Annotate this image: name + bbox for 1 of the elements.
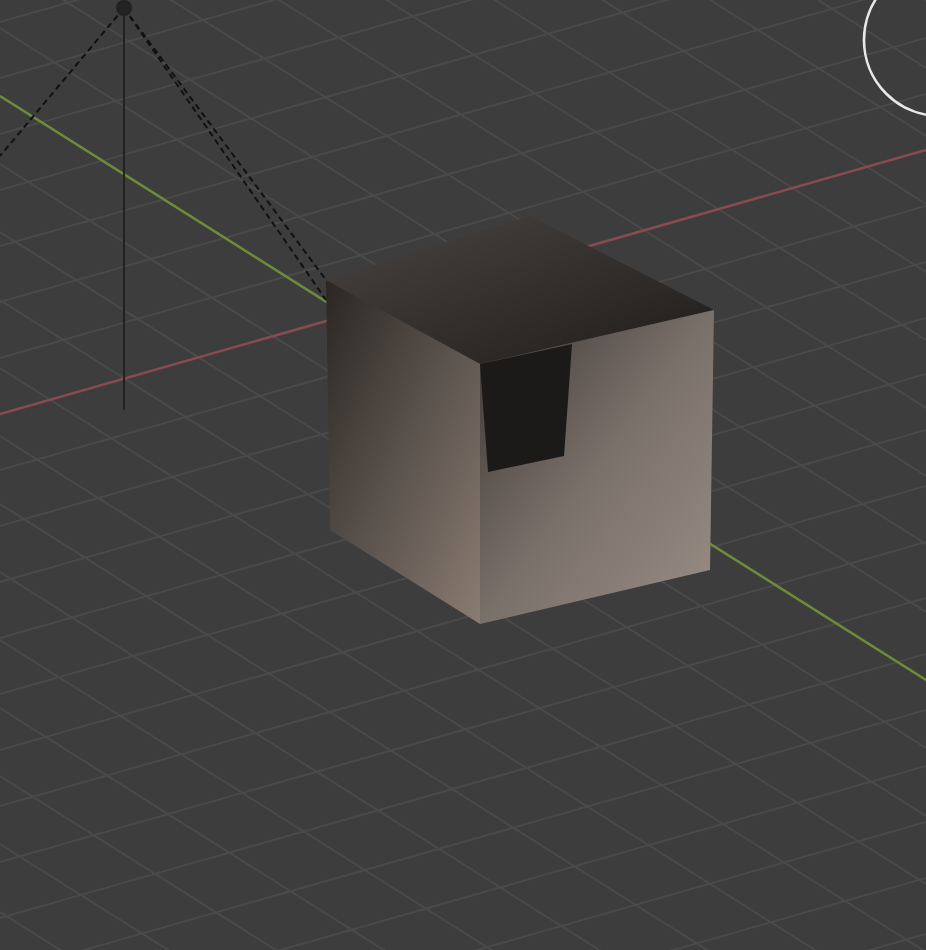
textured-cube-drawing[interactable] <box>326 216 714 624</box>
